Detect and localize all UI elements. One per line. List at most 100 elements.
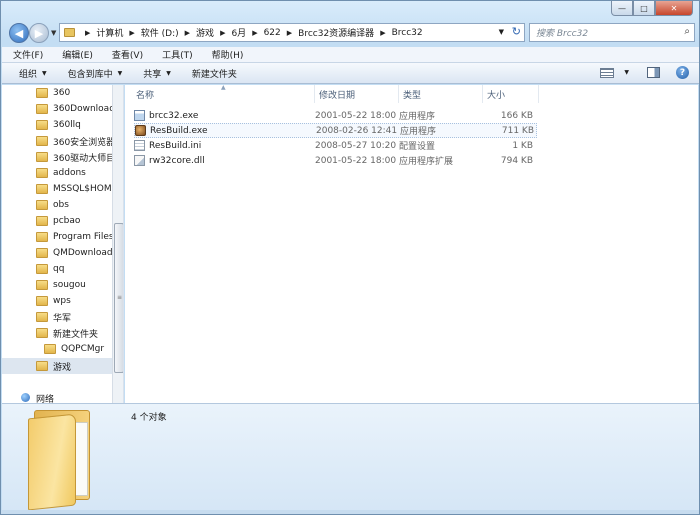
folder-icon [36,312,48,322]
chevron-down-icon: ▼ [42,69,47,77]
refresh-icon[interactable]: ↻ [512,25,521,38]
file-row[interactable]: brcc32.exe 2001-05-22 18:00 应用程序 166 KB [134,108,537,123]
breadcrumb-games[interactable]: 游戏 [196,26,214,39]
breadcrumb-622[interactable]: 622 [264,28,281,38]
folder-icon [36,120,48,130]
include-in-library-button[interactable]: 包含到库中 ▼ [68,67,123,80]
exe-icon [134,110,145,121]
back-button[interactable]: ◀ [9,23,29,43]
column-header-name[interactable]: 名称 ▲ [125,84,315,103]
tree-item-360[interactable]: 360 [2,85,114,101]
tree-item-wps[interactable]: wps [2,293,114,309]
tree-item-program-files[interactable]: Program Files ( [2,229,114,245]
file-row[interactable]: ResBuild.exe 2008-02-26 12:41 应用程序 711 K… [134,123,537,138]
file-date: 2008-05-27 10:20 [315,140,397,151]
search-icon[interactable]: ⌕ [684,26,690,37]
tree-item-label: addons [53,168,86,178]
column-header-type[interactable]: 类型 [399,85,483,103]
tree-item-label: pcbao [53,216,81,226]
recent-pages-dropdown[interactable]: ▼ [51,29,56,37]
breadcrumb-brcc32[interactable]: Brcc32 [392,28,423,38]
chevron-right-icon[interactable]: ▶ [185,29,190,37]
menu-view[interactable]: 查看(V) [101,48,151,61]
tree-item-360llq[interactable]: 360llq [2,117,114,133]
details-pane: 4 个对象 [2,403,699,511]
chevron-right-icon[interactable]: ▶ [220,29,225,37]
file-row[interactable]: rw32core.dll 2001-05-22 18:00 应用程序扩展 794… [134,153,537,168]
tree-item-qqpcmgr[interactable]: QQPCMgr [2,341,114,357]
column-label: 大小 [487,90,506,101]
file-type: 应用程序扩展 [399,157,454,167]
address-bar[interactable]: ▶ 计算机 ▶ 软件 (D:) ▶ 游戏 ▶ 6月 ▶ 622 ▶ Brcc32… [59,23,525,42]
forward-button[interactable]: ▶ [29,23,49,43]
close-button[interactable]: ✕ [655,1,693,16]
file-row[interactable]: ResBuild.ini 2008-05-27 10:20 配置设置 1 KB [134,138,537,153]
folder-icon [36,361,48,371]
column-header-size[interactable]: 大小 [483,85,539,103]
folder-icon [36,104,48,114]
tree-item-label: QQPCMgr [61,344,105,354]
breadcrumb-drive-d[interactable]: 软件 (D:) [141,26,179,39]
nav-scrollbar[interactable]: ≡ [112,85,123,403]
tree-item-360-driver[interactable]: 360驱动大师目录 [2,149,114,165]
chevron-right-icon[interactable]: ▶ [129,29,134,37]
tree-item-qmdownload[interactable]: QMDownload [2,245,114,261]
chevron-right-icon[interactable]: ▶ [380,29,385,37]
column-label: 名称 [136,90,155,101]
maximize-button[interactable]: □ [633,1,655,16]
file-date: 2001-05-22 18:00 [315,110,397,121]
view-options-icon[interactable] [600,67,615,78]
breadcrumb-brcc32-compiler[interactable]: Brcc32资源编译器 [298,26,374,39]
view-dropdown-icon[interactable]: ▼ [624,69,629,76]
resbuild-icon [135,125,146,136]
command-toolbar: 组织 ▼ 包含到库中 ▼ 共享 ▼ 新建文件夹 ▼ ? [2,63,699,84]
tree-item-huajun[interactable]: 华军 [2,309,114,325]
file-name: rw32core.dll [149,155,205,166]
tree-item-label: 华军 [53,313,72,324]
chevron-right-icon[interactable]: ▶ [85,29,90,37]
tree-item-addons[interactable]: addons [2,165,114,181]
item-count: 4 个对象 [131,413,167,423]
tree-item-sougou[interactable]: sougou [2,277,114,293]
tree-item-pcbao[interactable]: pcbao [2,213,114,229]
column-header-date[interactable]: 修改日期 [315,85,399,103]
tree-item-obs[interactable]: obs [2,197,114,213]
tree-item-games[interactable]: 游戏 [2,358,114,374]
chevron-right-icon[interactable]: ▶ [287,29,292,37]
address-history-dropdown[interactable]: ▼ [499,28,504,36]
column-label: 修改日期 [319,90,356,101]
help-icon[interactable]: ? [676,66,689,79]
minimize-button[interactable]: — [611,1,633,16]
menu-help[interactable]: 帮助(H) [201,48,252,61]
tree-item-label: 360llq [53,120,81,130]
file-name-cell: ResBuild.exe [135,125,316,136]
file-size: 1 KB [512,140,533,151]
tree-item-network[interactable]: 网络 [2,390,114,403]
preview-pane-icon[interactable] [647,67,660,78]
tree-item-new-folder[interactable]: 新建文件夹 [2,325,114,341]
sort-up-icon: ▲ [221,84,226,91]
chevron-right-icon[interactable]: ▶ [252,29,257,37]
search-input[interactable]: 搜索 Brcc32 ⌕ [529,23,695,42]
tree-item-mssql-home[interactable]: MSSQL$HOME [2,181,114,197]
menu-edit[interactable]: 编辑(E) [51,48,101,61]
breadcrumb-june[interactable]: 6月 [231,26,246,39]
folder-front-shape [28,413,76,511]
nav-scrollbar-thumb[interactable]: ≡ [114,223,123,373]
tree-item-label: obs [53,200,69,210]
tree-item-360-browser[interactable]: 360安全浏览器下 [2,133,114,149]
file-type: 应用程序 [399,112,436,122]
tree-item-label: 360 [53,88,71,98]
menu-bar: 文件(F) 编辑(E) 查看(V) 工具(T) 帮助(H) [2,47,699,63]
folder-icon [36,184,48,194]
share-button[interactable]: 共享 ▼ [143,67,171,80]
tree-item-360downloads[interactable]: 360Downloads [2,101,114,117]
tree-item-qq[interactable]: qq [2,261,114,277]
menu-tools[interactable]: 工具(T) [151,48,201,61]
new-folder-button[interactable]: 新建文件夹 [192,67,237,80]
menu-file[interactable]: 文件(F) [2,48,51,61]
folder-icon [36,88,48,98]
tree-item-label: qq [53,264,65,274]
organize-button[interactable]: 组织 ▼ [19,67,47,80]
breadcrumb-computer[interactable]: 计算机 [96,26,123,39]
